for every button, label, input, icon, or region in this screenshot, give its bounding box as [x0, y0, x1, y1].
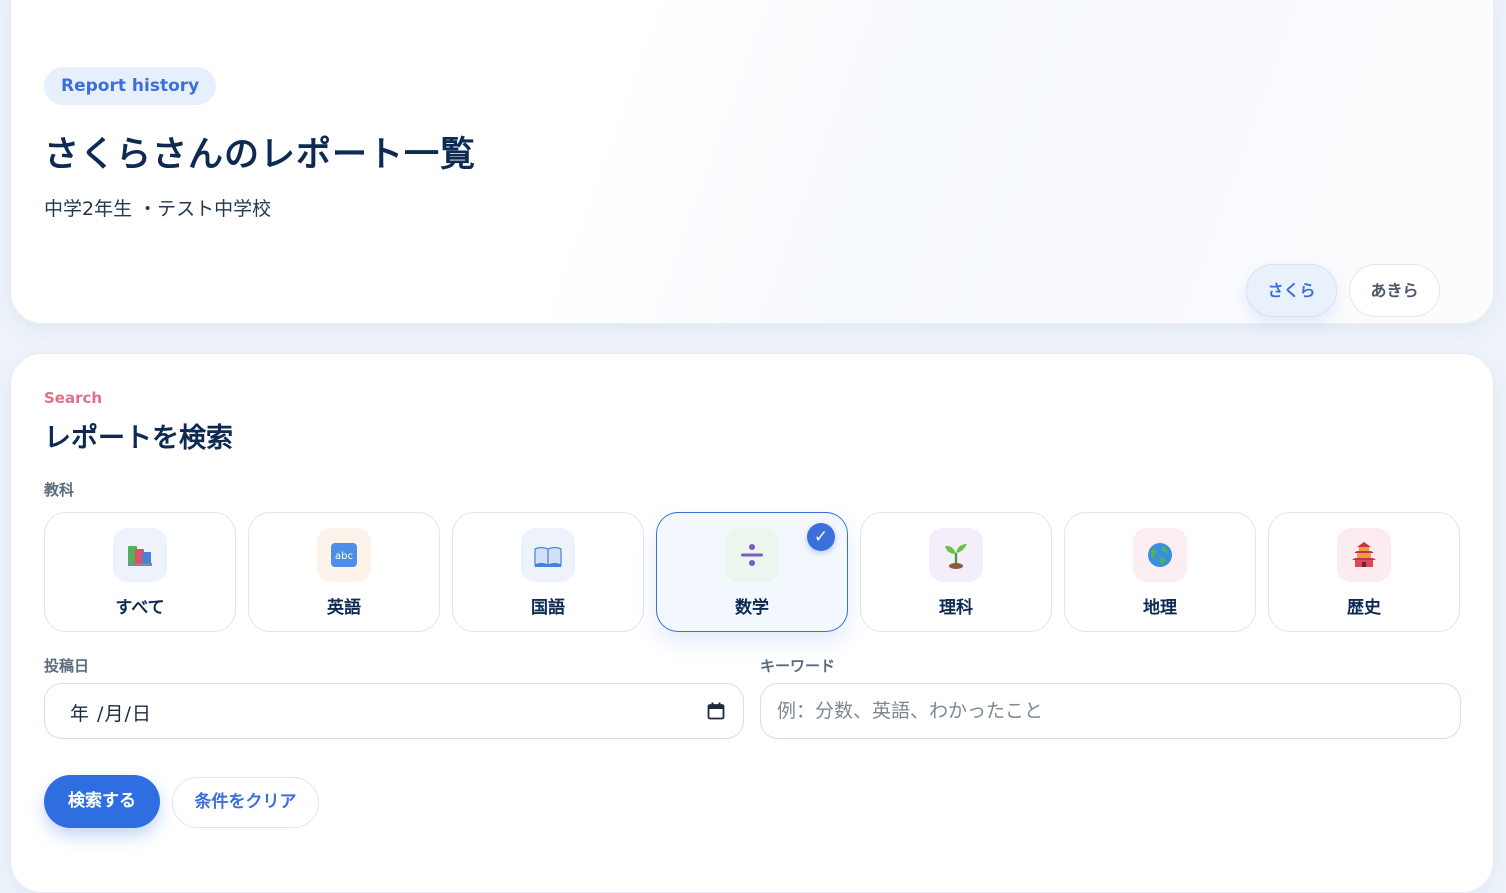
seedling-icon	[929, 528, 983, 582]
clear-conditions-button[interactable]: 条件をクリア	[172, 777, 319, 828]
svg-text:abc: abc	[335, 551, 353, 562]
keyword-field[interactable]	[760, 683, 1461, 739]
subject-label-history: 歴史	[1347, 598, 1381, 618]
checkmark-icon: ✓	[807, 523, 835, 551]
subject-label: 教科	[44, 481, 75, 499]
subject-geography[interactable]: 地理	[1064, 512, 1256, 632]
subject-history[interactable]: 歴史	[1268, 512, 1460, 632]
search-button[interactable]: 検索する	[44, 775, 160, 828]
user-switch-akira[interactable]: あきら	[1349, 264, 1440, 317]
subject-label-science: 理科	[939, 598, 973, 618]
subject-label-english: 英語	[327, 598, 361, 618]
keyword-input[interactable]	[761, 684, 1460, 738]
student-info: 中学2年生 ・テスト中学校	[44, 198, 272, 220]
subject-label-all: すべて	[115, 598, 165, 618]
subject-math[interactable]: 数学 ✓	[656, 512, 848, 632]
globe-icon	[1133, 528, 1187, 582]
subject-all[interactable]: すべて	[44, 512, 236, 632]
keyword-label: キーワード	[760, 657, 836, 675]
subject-label-japanese: 国語	[531, 598, 565, 618]
subject-label-geography: 地理	[1143, 598, 1177, 618]
report-history-badge: Report history	[44, 67, 217, 105]
divide-icon	[725, 528, 779, 582]
open-book-icon	[521, 528, 575, 582]
date-label: 投稿日	[44, 657, 90, 675]
books-icon	[113, 528, 167, 582]
subject-english[interactable]: abc 英語	[248, 512, 440, 632]
page-title: さくらさんのレポート一覧	[44, 135, 477, 175]
subject-japanese[interactable]: 国語	[452, 512, 644, 632]
pagoda-icon	[1337, 528, 1391, 582]
user-switch-sakura[interactable]: さくら	[1246, 264, 1337, 317]
search-title: レポートを検索	[44, 423, 233, 454]
subject-science[interactable]: 理科	[860, 512, 1052, 632]
abc-icon: abc	[317, 528, 371, 582]
subject-label-math: 数学	[735, 598, 769, 618]
date-value: 年 /月/日	[70, 703, 152, 725]
search-panel: Search レポートを検索 教科 すべて abc 英語 国語 数学 ✓ 理科 …	[10, 353, 1494, 893]
subject-selector: すべて abc 英語 国語 数学 ✓ 理科 地理 歴史	[44, 512, 1462, 632]
date-field[interactable]: 年 /月/日	[44, 683, 744, 739]
search-eyebrow: Search	[44, 389, 103, 407]
calendar-icon[interactable]	[707, 702, 725, 725]
